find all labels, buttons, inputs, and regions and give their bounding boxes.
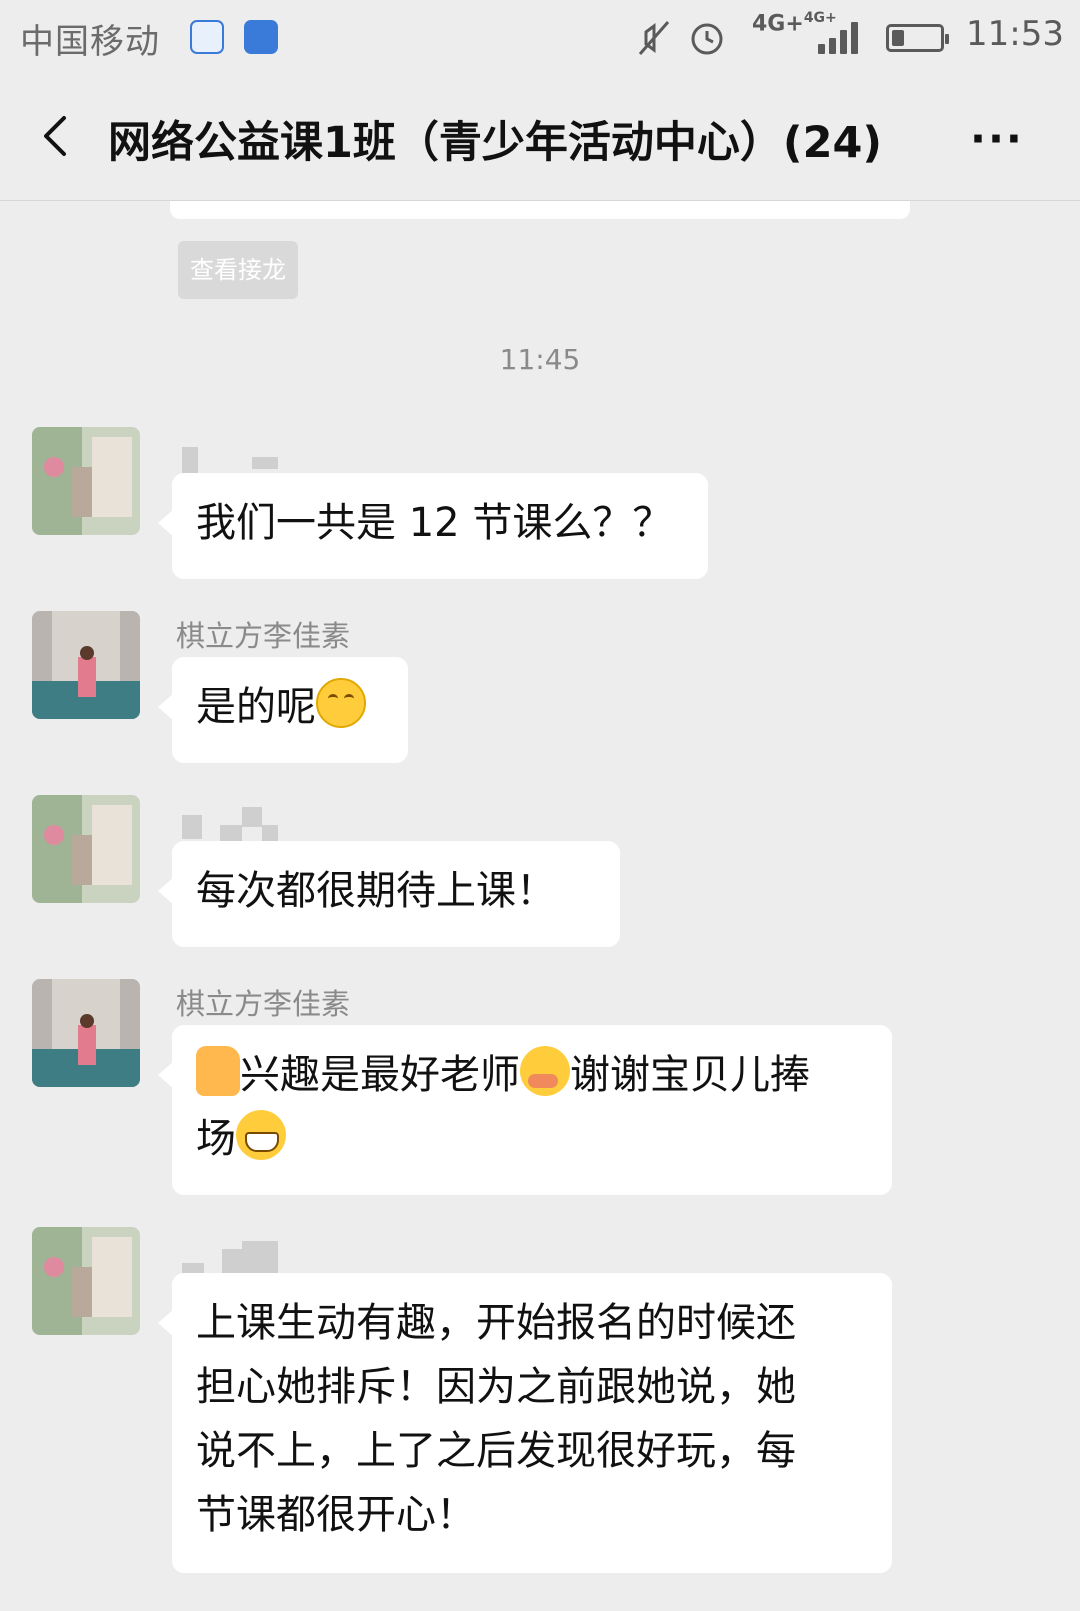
message-text: 我们一共是 12 节课么？？ [196, 500, 673, 546]
message-text-line: 说不上，上了之后发现很好玩，每 [196, 1428, 796, 1474]
avatar[interactable] [32, 979, 140, 1087]
more-dots-icon[interactable]: ··· [970, 114, 1024, 163]
avatar[interactable] [32, 611, 140, 719]
view-jielong-button[interactable]: 查看接龙 [178, 241, 298, 299]
message-text: 谢谢宝贝儿捧 [570, 1052, 810, 1098]
message-text: 每次都很期待上课！ [196, 868, 556, 914]
sender-name: 棋立方李佳素 [176, 619, 351, 653]
avatar[interactable] [32, 427, 140, 535]
thumbs-up-emoji [196, 1046, 240, 1096]
message-bubble[interactable]: 是的呢 [158, 657, 408, 763]
status-bar: 中国移动 4G+4G+ 11:53 [0, 0, 1080, 78]
message-text-line: 上课生动有趣，开始报名的时候还 [196, 1300, 796, 1346]
health-app-icon [244, 20, 278, 54]
group-title: 网络公益课1班（青少年活动中心）(24) [108, 118, 883, 168]
battery-icon [886, 24, 949, 52]
message-text-line: 担心她排斥！因为之前跟她说，她 [196, 1364, 796, 1410]
message-text-line: 节课都很开心！ [196, 1492, 476, 1538]
sender-name: 棋立方李佳素 [176, 987, 351, 1021]
message-timestamp: 11:45 [499, 343, 581, 376]
mute-icon [638, 21, 670, 55]
smiling-face-emoji [316, 678, 366, 728]
message-text: 兴趣是最好老师 [240, 1052, 520, 1098]
clock: 11:53 [966, 14, 1064, 54]
avatar[interactable] [32, 1227, 140, 1335]
message-text: 是的呢 [196, 684, 316, 730]
signal-icon [818, 22, 860, 54]
blurred-sender-name [182, 1241, 292, 1279]
carrier-name: 中国移动 [20, 22, 160, 62]
avatar[interactable] [32, 795, 140, 903]
chat-header: 网络公益课1班（青少年活动中心）(24) ··· [0, 78, 1080, 201]
notification-app-icon [190, 20, 224, 54]
blurred-sender-name [182, 807, 292, 841]
previous-message-bubble[interactable] [170, 201, 910, 219]
message-bubble[interactable]: 每次都很期待上课！ [158, 841, 620, 947]
chevron-left-icon[interactable] [28, 106, 88, 166]
message-text: 场 [196, 1116, 236, 1162]
message-bubble[interactable]: 我们一共是 12 节课么？？ [158, 473, 708, 579]
blushing-face-emoji [520, 1046, 570, 1096]
message-bubble[interactable]: 上课生动有趣，开始报名的时候还 担心她排斥！因为之前跟她说，她 说不上，上了之后… [158, 1273, 892, 1573]
message-bubble[interactable]: 兴趣是最好老师 谢谢宝贝儿捧场 [158, 1025, 892, 1195]
message-list[interactable]: 查看接龙 11:45 我们一共是 12 节课么？？ 棋立方李佳素 是的呢 每次都… [0, 201, 1080, 1611]
grinning-face-emoji [236, 1110, 286, 1160]
alarm-icon [691, 23, 723, 55]
blurred-sender-name [182, 441, 292, 475]
